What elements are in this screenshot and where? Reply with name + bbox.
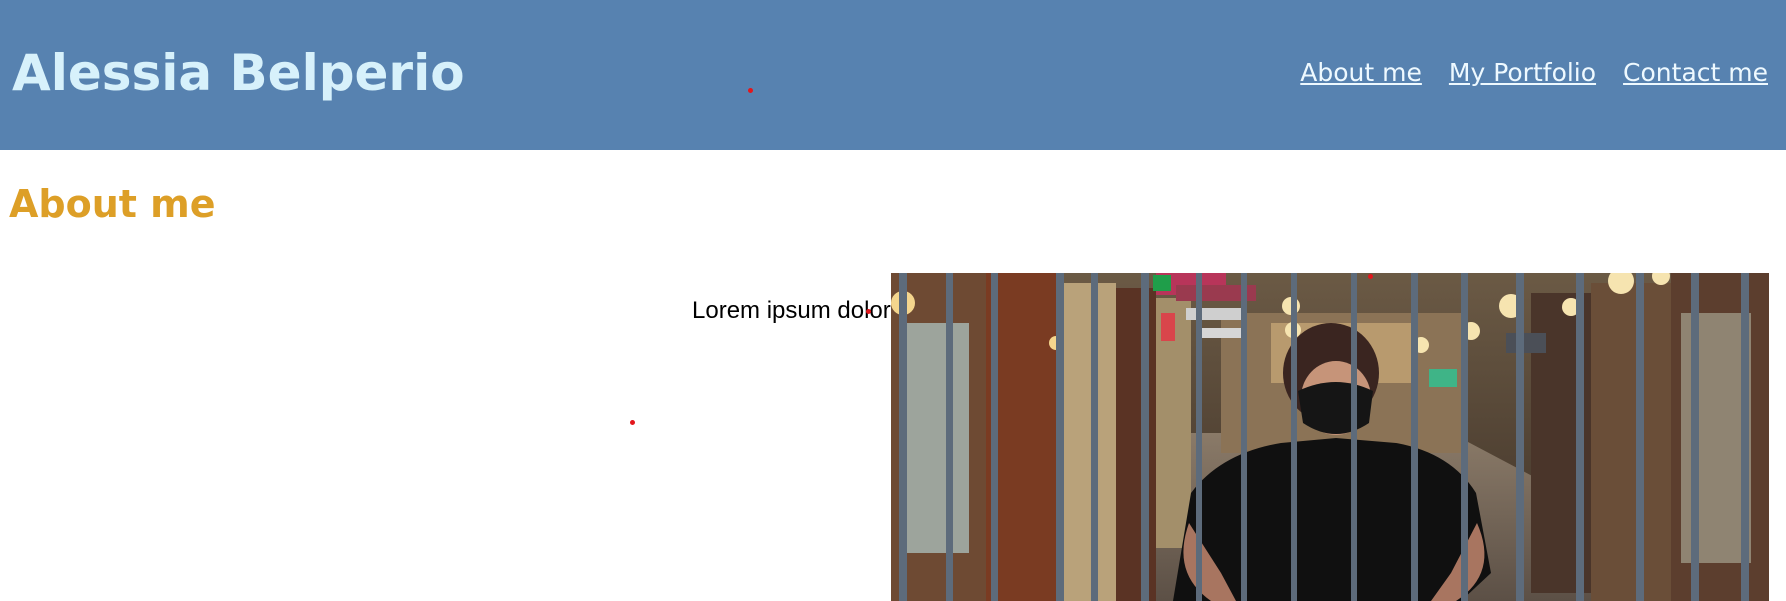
nav-link-my-portfolio[interactable]: My Portfolio xyxy=(1449,56,1596,90)
site-title: Alessia Belperio xyxy=(12,44,465,102)
marker-dot xyxy=(866,309,871,314)
marker-dot xyxy=(748,88,753,93)
main-nav: About me My Portfolio Contact me xyxy=(1300,56,1768,90)
site-header: Alessia Belperio About me My Portfolio C… xyxy=(0,0,1786,150)
marker-dot xyxy=(630,420,635,425)
nav-link-about-me[interactable]: About me xyxy=(1300,56,1422,90)
profile-photo xyxy=(891,273,1769,601)
section-title-about-me: About me xyxy=(9,182,216,226)
nav-link-contact-me[interactable]: Contact me xyxy=(1623,56,1768,90)
intro-text: Lorem ipsum dolor xyxy=(692,297,891,324)
marker-dot xyxy=(1368,274,1373,279)
